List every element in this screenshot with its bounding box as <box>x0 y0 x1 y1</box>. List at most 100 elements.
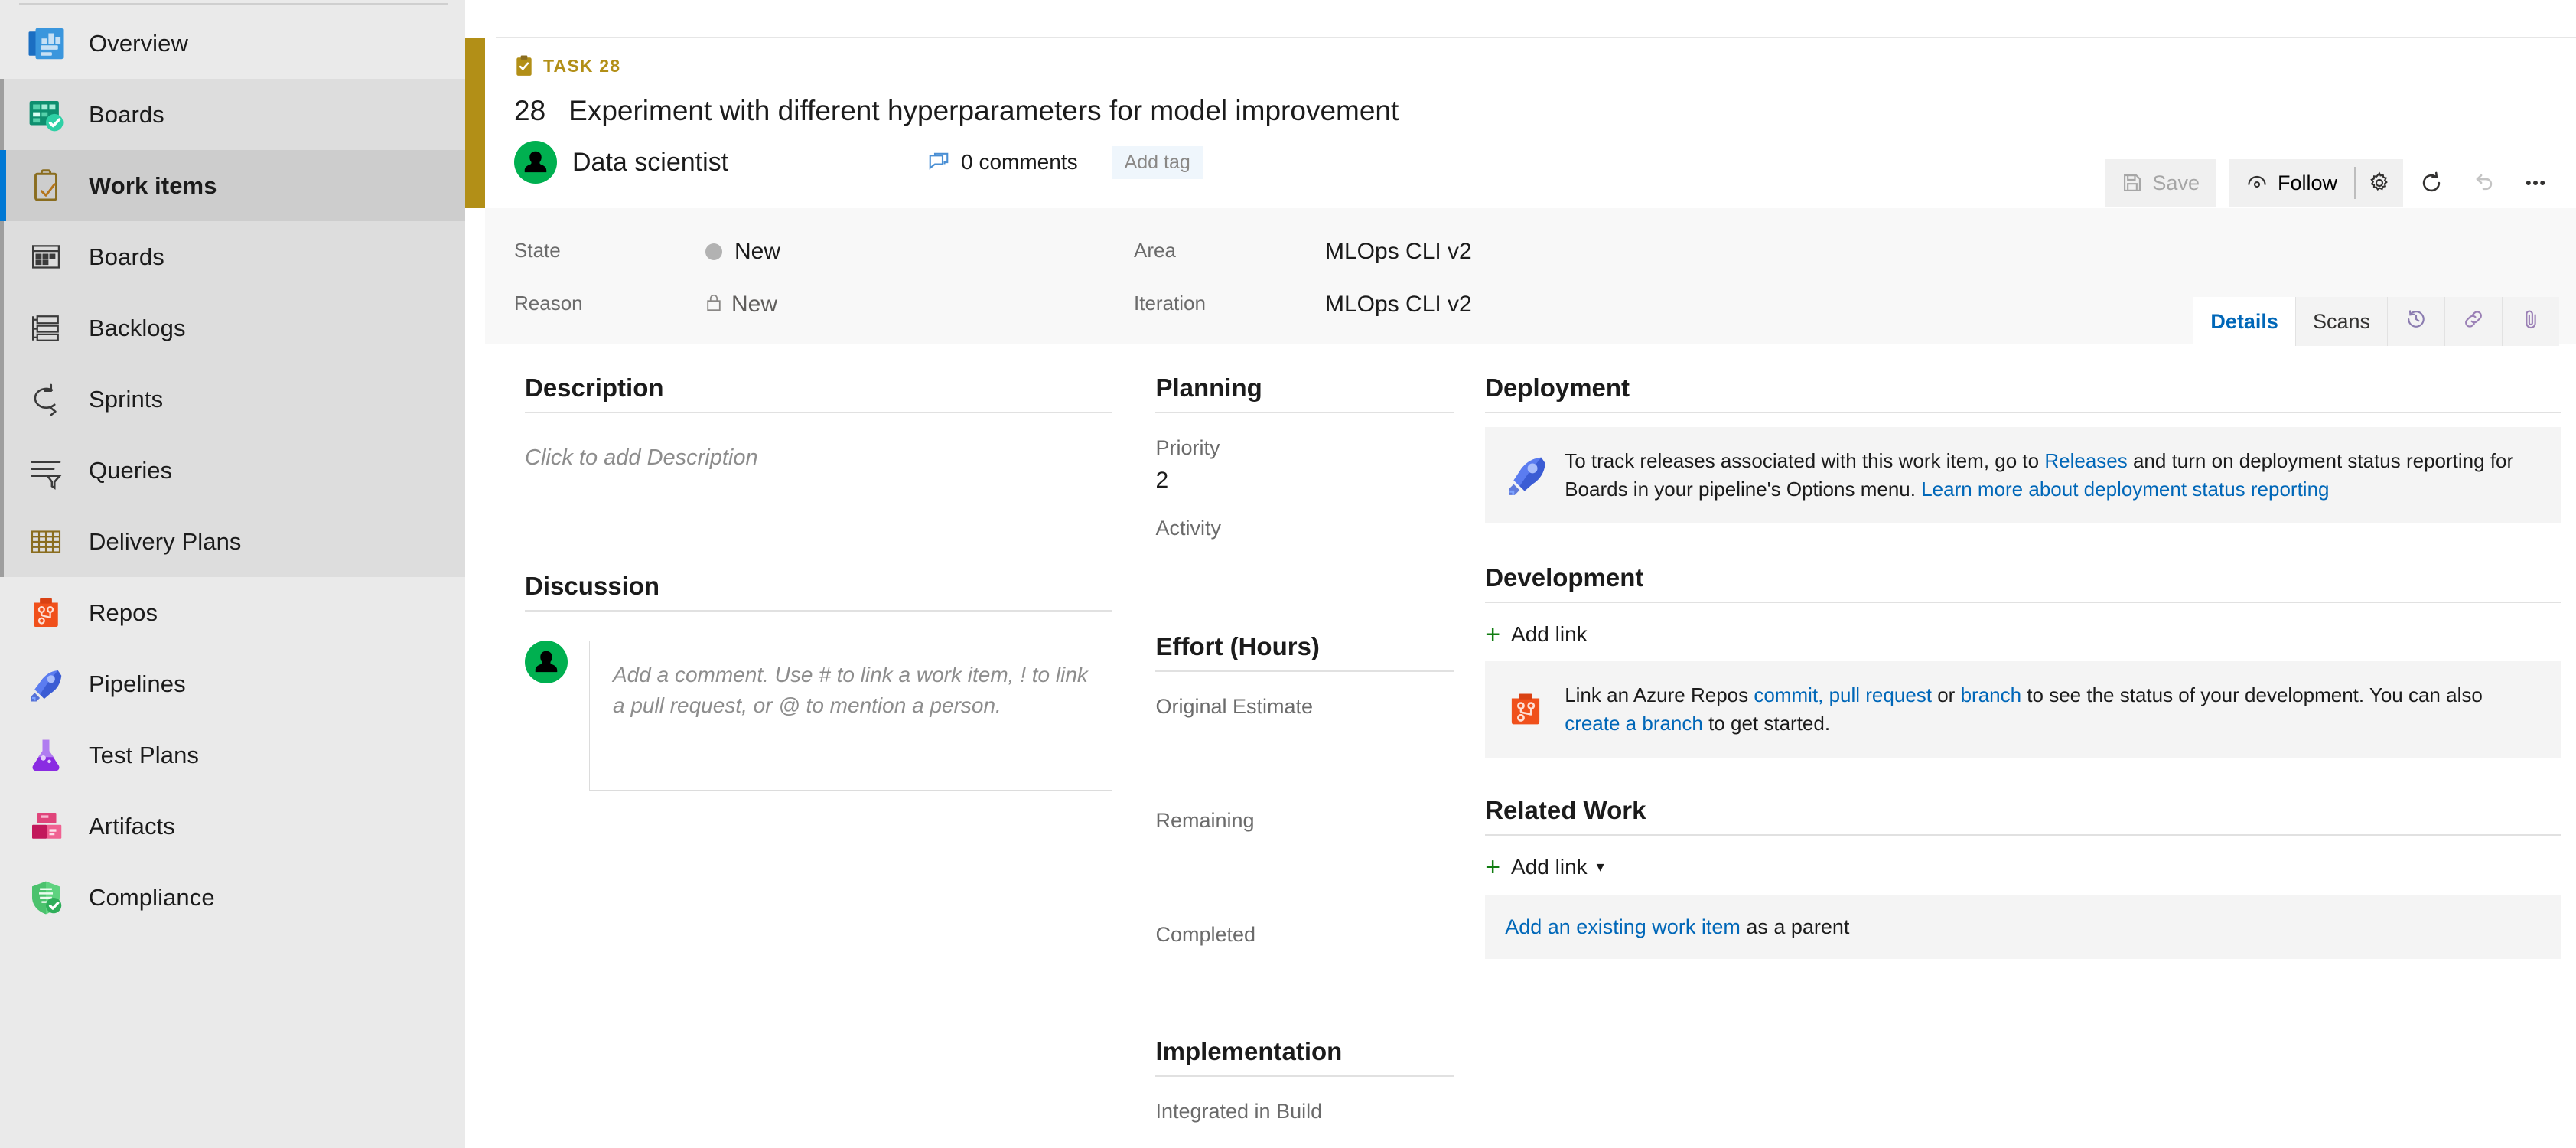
comment-input[interactable]: Add a comment. Use # to link a work item… <box>589 641 1113 791</box>
pull-request-link[interactable]: pull request <box>1829 683 1932 706</box>
related-work-add-link-button[interactable]: + Add link ▾ <box>1485 854 2561 880</box>
sidebar-item-overview[interactable]: Overview <box>0 8 465 79</box>
undo-icon[interactable] <box>2460 159 2507 207</box>
sidebar-item-label: Work items <box>89 171 217 199</box>
effort-section-title: Effort (Hours) <box>1155 632 1320 660</box>
comments-count-link[interactable]: 0 comments <box>927 150 1078 174</box>
deployment-info-card: To track releases associated with this w… <box>1485 427 2561 523</box>
reason-value: New <box>705 292 777 318</box>
refresh-icon[interactable] <box>2408 159 2455 207</box>
related-work-section: Related Work + Add link ▾ Add an existin… <box>1485 796 2561 959</box>
completed-value[interactable] <box>1155 954 1454 980</box>
sidebar-item-label: Repos <box>89 598 158 626</box>
development-text-3: to get started. <box>1702 711 1831 735</box>
state-value[interactable]: New <box>705 239 780 265</box>
boards-product-icon <box>24 93 67 136</box>
save-button[interactable]: Save <box>2105 159 2216 207</box>
task-clipboard-icon <box>514 55 534 77</box>
more-ellipsis-icon[interactable] <box>2512 159 2559 207</box>
sprints-icon <box>24 378 67 421</box>
sidebar-divider <box>19 3 448 5</box>
add-tag-button[interactable]: Add tag <box>1111 145 1203 179</box>
follow-settings-group: Follow <box>2228 159 2403 207</box>
field-values-right: MLOps CLI v2 MLOps CLI v2 <box>1325 239 1472 344</box>
follow-button[interactable]: Follow <box>2229 159 2354 207</box>
tab-links[interactable] <box>2444 297 2502 346</box>
sidebar-item-boards[interactable]: Boards <box>0 221 465 292</box>
development-rule <box>1485 601 2561 603</box>
original-estimate-value[interactable] <box>1155 726 1454 752</box>
work-item-title[interactable]: Experiment with different hyperparameter… <box>568 95 1399 127</box>
work-item-tabs: Details Scans <box>2193 297 2559 346</box>
sidebar-item-boards-product[interactable]: Boards <box>0 79 465 150</box>
commit-link[interactable]: commit, <box>1754 683 1823 706</box>
integrated-in-build-value[interactable] <box>1155 1131 1454 1148</box>
area-value[interactable]: MLOps CLI v2 <box>1325 239 1472 265</box>
sidebar-item-sprints[interactable]: Sprints <box>0 364 465 435</box>
original-estimate-label: Original Estimate <box>1155 695 1314 718</box>
iteration-value[interactable]: MLOps CLI v2 <box>1325 292 1472 318</box>
discussion-rule <box>525 610 1113 612</box>
compliance-icon <box>24 876 67 919</box>
sidebar-item-work-items[interactable]: Work items <box>0 150 465 221</box>
priority-value[interactable]: 2 <box>1155 468 1454 494</box>
discussion-section: Discussion Add a comment. Use # to link … <box>525 572 1113 791</box>
add-existing-work-item-link[interactable]: Add an existing work item <box>1505 915 1741 938</box>
releases-link[interactable]: Releases <box>2044 449 2127 472</box>
queries-icon <box>24 449 67 492</box>
sidebar-item-queries[interactable]: Queries <box>0 435 465 506</box>
development-text-or: or <box>1932 683 1961 706</box>
plus-icon: + <box>1485 852 1501 882</box>
remaining-value[interactable] <box>1155 840 1454 866</box>
development-add-link-button[interactable]: + Add link <box>1485 621 2561 647</box>
lock-icon <box>705 292 722 318</box>
work-item-id: 28 <box>514 95 546 126</box>
implementation-section: Implementation Integrated in Build <box>1155 1037 1455 1148</box>
sidebar-item-delivery-plans[interactable]: Delivery Plans <box>0 506 465 577</box>
comment-avatar <box>525 641 568 683</box>
effort-spacer-1 <box>1155 752 1454 809</box>
description-placeholder[interactable]: Click to add Description <box>525 445 1112 471</box>
repos-icon <box>24 592 67 634</box>
tab-scans[interactable]: Scans <box>2294 297 2387 346</box>
sidebar-item-backlogs[interactable]: Backlogs <box>0 292 465 364</box>
field-labels-right: Area Iteration <box>1134 239 1325 344</box>
remaining-label: Remaining <box>1155 809 1255 832</box>
tab-details[interactable]: Details <box>2193 297 2295 346</box>
branch-link[interactable]: branch <box>1961 683 2022 706</box>
activity-value[interactable] <box>1155 548 1454 574</box>
related-work-section-title: Related Work <box>1485 795 1646 824</box>
board-grid-icon <box>24 236 67 279</box>
effort-section: Effort (Hours) Original Estimate Remaini… <box>1155 632 1455 980</box>
gear-icon[interactable] <box>2356 159 2403 207</box>
left-sidebar: Overview Boards Work items Boards Backlo… <box>0 0 465 1148</box>
sidebar-item-repos[interactable]: Repos <box>0 577 465 648</box>
sidebar-item-compliance[interactable]: Compliance <box>0 862 465 933</box>
state-value-text: New <box>734 239 781 264</box>
nav-group-boards: Boards Work items Boards Backlogs Sprint… <box>0 79 465 577</box>
implementation-section-title: Implementation <box>1155 1037 1343 1065</box>
deployment-section-title: Deployment <box>1485 373 1630 402</box>
sidebar-item-test-plans[interactable]: Test Plans <box>0 719 465 791</box>
sidebar-item-label: Pipelines <box>89 670 186 697</box>
tab-history[interactable] <box>2387 297 2444 346</box>
attachment-icon <box>2519 308 2542 336</box>
development-info-card: Link an Azure Repos commit, pull request… <box>1485 660 2561 758</box>
sidebar-item-artifacts[interactable]: Artifacts <box>0 791 465 862</box>
create-a-branch-link[interactable]: create a branch <box>1565 712 1703 735</box>
tab-attachments[interactable] <box>2502 297 2559 346</box>
pipelines-icon <box>24 663 67 706</box>
overview-icon <box>24 22 67 65</box>
learn-more-deployment-status-link[interactable]: Learn more about deployment status repor… <box>1921 478 2329 501</box>
artifacts-icon <box>24 805 67 848</box>
repos-icon <box>1502 681 1549 738</box>
planning-rule <box>1155 412 1455 413</box>
sidebar-item-pipelines[interactable]: Pipelines <box>0 648 465 719</box>
sidebar-item-label: Queries <box>89 456 173 484</box>
sidebar-item-label: Artifacts <box>89 812 175 840</box>
description-rule <box>525 412 1113 413</box>
field-labels-left: State Reason <box>514 239 705 344</box>
state-label: State <box>514 239 561 262</box>
development-add-link-label: Add link <box>1511 621 1588 646</box>
avatar[interactable] <box>514 141 557 184</box>
